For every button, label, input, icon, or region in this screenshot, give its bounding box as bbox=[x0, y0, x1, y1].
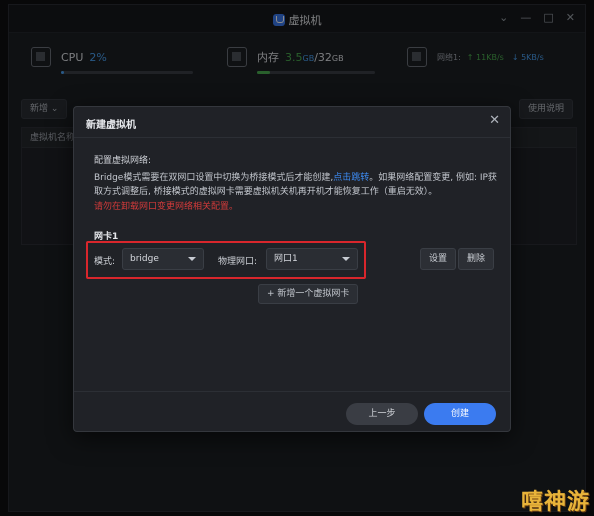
warning-text: 请勿在卸载网口变更网络相关配置。 bbox=[94, 202, 239, 212]
mode-select[interactable]: bridge bbox=[122, 248, 204, 270]
chevron-down-icon bbox=[188, 257, 196, 261]
chevron-down-icon bbox=[342, 257, 350, 261]
physical-port-select[interactable]: 网口1 bbox=[266, 248, 358, 270]
close-icon[interactable]: ✕ bbox=[489, 113, 500, 128]
mode-label: 模式: bbox=[94, 257, 116, 267]
physical-port-label: 物理网口: bbox=[218, 257, 258, 267]
add-nic-button[interactable]: + 新增一个虚拟网卡 bbox=[258, 284, 359, 304]
nic-delete-button[interactable]: 删除 bbox=[458, 248, 495, 270]
network-config-label: 配置虚拟网络: bbox=[94, 156, 152, 166]
divider bbox=[74, 137, 510, 138]
create-button[interactable]: 创建 bbox=[424, 403, 496, 425]
nic-settings-button[interactable]: 设置 bbox=[420, 248, 457, 270]
jump-link[interactable]: 点击跳转 bbox=[333, 173, 369, 183]
previous-step-button[interactable]: 上一步 bbox=[346, 403, 418, 425]
bridge-description: Bridge模式需要在双网口设置中切换为桥接模式后才能创建,点击跳转。如果网络配… bbox=[94, 173, 497, 197]
site-watermark: 嘻神游 bbox=[520, 489, 590, 515]
dialog-title: 新建虚拟机 bbox=[86, 120, 136, 131]
new-vm-dialog: 新建虚拟机 ✕ 配置虚拟网络: Bridge模式需要在双网口设置中切换为桥接模式… bbox=[73, 106, 511, 432]
footer-divider bbox=[74, 391, 510, 392]
